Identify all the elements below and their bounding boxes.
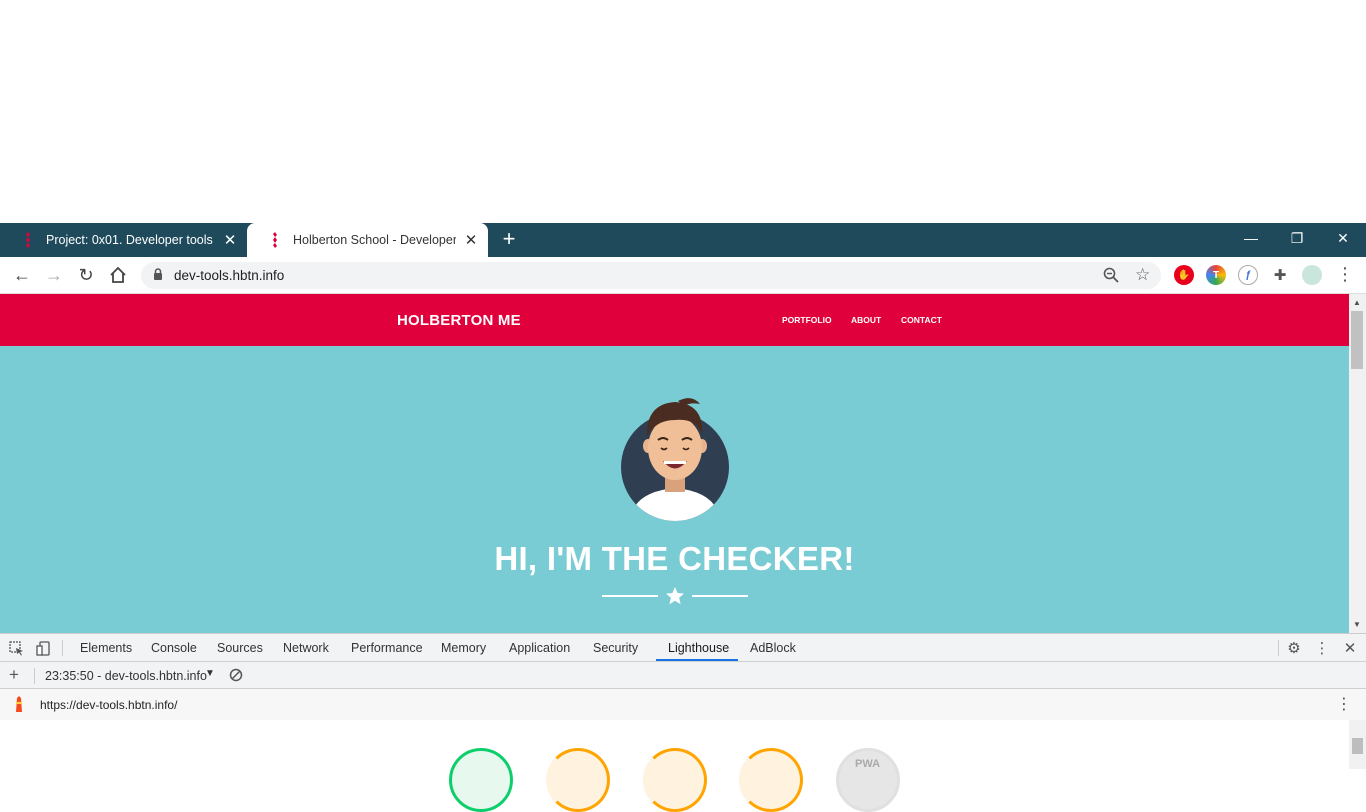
star-icon [666, 587, 684, 605]
gauge-3[interactable] [643, 748, 707, 812]
toolbar-divider [62, 640, 63, 656]
gauge-pwa[interactable]: PWA [836, 748, 900, 812]
minimize-button[interactable]: — [1228, 223, 1274, 253]
tab-title: Holberton School - Developer to [293, 233, 456, 247]
dropdown-caret-icon[interactable]: ▼ [205, 668, 215, 679]
gauge-4[interactable] [739, 748, 803, 812]
browser-tab-strip: Project: 0x01. Developer tools | H ✕ Hol… [0, 223, 1366, 257]
report-url[interactable]: https://dev-tools.hbtn.info/ [40, 698, 177, 712]
browser-tab-active[interactable]: Holberton School - Developer to ✕ [247, 223, 488, 257]
restore-button[interactable]: ❐ [1274, 223, 1320, 253]
holberton-favicon-icon [267, 232, 283, 248]
devtools-panel: Elements Console Sources Network Perform… [0, 633, 1366, 812]
nav-link-contact[interactable]: CONTACT [901, 315, 942, 325]
devtools-scrollbar-thumb[interactable] [1352, 738, 1363, 754]
back-arrow-icon[interactable]: ← [10, 264, 34, 286]
new-tab-button[interactable]: + [498, 228, 520, 251]
lock-icon [153, 268, 163, 286]
settings-gear-icon[interactable]: ⚙ [1285, 639, 1303, 657]
site-navbar: HOLBERTON ME PORTFOLIO ABOUT CONTACT [0, 294, 1349, 346]
tab-network[interactable]: Network [283, 641, 329, 655]
devtools-tab-bar: Elements Console Sources Network Perform… [0, 634, 1366, 662]
inspect-element-icon[interactable] [7, 639, 25, 657]
star-divider [602, 584, 748, 608]
divider-line-right [692, 595, 748, 597]
translate-extension-icon[interactable]: T [1206, 265, 1226, 285]
hero-title: HI, I'M THE CHECKER! [494, 540, 855, 577]
device-toolbar-icon[interactable] [34, 639, 52, 657]
address-bar[interactable]: dev-tools.hbtn.info ☆ [141, 262, 1161, 289]
holberton-favicon-icon [20, 232, 36, 248]
extensions-puzzle-icon[interactable]: ✚ [1270, 265, 1290, 285]
lighthouse-logo-icon [12, 696, 26, 719]
toolbar-divider [1278, 640, 1279, 656]
devtools-scrollbar[interactable] [1349, 720, 1366, 769]
avatar [621, 398, 729, 521]
browser-toolbar: ← → ↻ dev-tools.hbtn.info ☆ ✋ T ƒ ✚ ⋮ [0, 257, 1366, 294]
tab-sources[interactable]: Sources [217, 641, 263, 655]
lighthouse-report-header: https://dev-tools.hbtn.info/ ⋮ [0, 689, 1366, 720]
url-text: dev-tools.hbtn.info [174, 268, 285, 283]
score-gauges: PWA [0, 720, 1349, 812]
tab-close-icon[interactable]: ✕ [462, 231, 480, 249]
tab-lighthouse[interactable]: Lighthouse [668, 641, 729, 655]
page-viewport: HOLBERTON ME PORTFOLIO ABOUT CONTACT HI,… [0, 294, 1349, 633]
browser-tab-project[interactable]: Project: 0x01. Developer tools | H ✕ [0, 223, 247, 257]
blank-area [0, 0, 1366, 223]
tab-close-icon[interactable]: ✕ [221, 231, 239, 249]
scroll-up-icon[interactable]: ▲ [1353, 298, 1361, 307]
reload-icon[interactable]: ↻ [74, 264, 98, 286]
speed-extension-icon[interactable]: ƒ [1238, 265, 1258, 285]
gauge-2[interactable] [546, 748, 610, 812]
tab-performance[interactable]: Performance [351, 641, 423, 655]
scroll-down-icon[interactable]: ▼ [1353, 620, 1361, 629]
nav-link-portfolio[interactable]: PORTFOLIO [782, 315, 832, 325]
nav-link-about[interactable]: ABOUT [851, 315, 881, 325]
tab-memory[interactable]: Memory [441, 641, 486, 655]
active-tab-indicator [656, 659, 738, 661]
forward-arrow-icon[interactable]: → [42, 264, 66, 286]
gauge-1[interactable] [449, 748, 513, 812]
adblock-extension-icon[interactable]: ✋ [1174, 265, 1194, 285]
new-report-plus-icon[interactable]: + [9, 665, 19, 685]
site-brand-link[interactable]: HOLBERTON ME [397, 312, 521, 329]
hero-section: HI, I'M THE CHECKER! [0, 346, 1349, 633]
home-icon[interactable] [106, 264, 130, 286]
tab-title: Project: 0x01. Developer tools | H [46, 233, 215, 247]
pwa-label: PWA [855, 758, 881, 770]
divider-line-left [602, 595, 658, 597]
bookmark-star-icon[interactable]: ☆ [1135, 265, 1150, 285]
close-window-button[interactable]: ✕ [1320, 223, 1366, 253]
scrollbar-thumb[interactable] [1351, 311, 1363, 369]
close-devtools-icon[interactable]: ✕ [1341, 639, 1359, 657]
toolbar-divider [34, 668, 35, 684]
tab-security[interactable]: Security [593, 641, 638, 655]
tab-adblock[interactable]: AdBlock [750, 641, 796, 655]
profile-avatar-icon[interactable] [1302, 265, 1322, 285]
lighthouse-toolbar: + 23:35:50 - dev-tools.hbtn.info ▼ [0, 662, 1366, 689]
browser-menu-icon[interactable]: ⋮ [1336, 264, 1354, 285]
devtools-menu-icon[interactable]: ⋮ [1313, 639, 1331, 657]
report-select[interactable]: 23:35:50 - dev-tools.hbtn.info [45, 669, 207, 683]
tab-application[interactable]: Application [509, 641, 570, 655]
clear-reports-icon[interactable] [229, 668, 243, 687]
zoom-icon[interactable] [1103, 267, 1119, 288]
page-scrollbar[interactable]: ▲ ▼ [1349, 294, 1366, 633]
tab-elements[interactable]: Elements [80, 641, 132, 655]
tab-console[interactable]: Console [151, 641, 197, 655]
report-menu-icon[interactable]: ⋮ [1336, 694, 1352, 714]
